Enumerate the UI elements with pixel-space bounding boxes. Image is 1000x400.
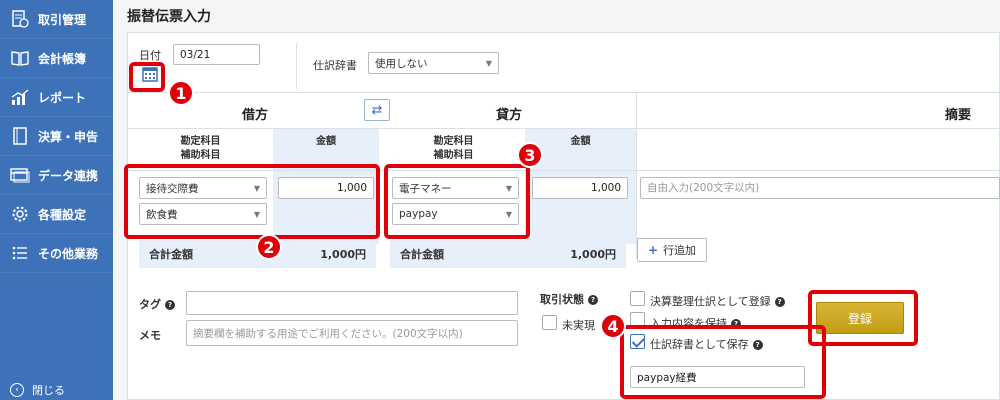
- sidebar-item-other[interactable]: その他業務: [0, 234, 113, 273]
- annotation-badge-4: 4: [600, 313, 626, 339]
- debit-account-header: 勘定科目 補助科目: [180, 136, 221, 161]
- sidebar-item-transactions[interactable]: 取引管理: [0, 0, 113, 39]
- sidebar-item-label: レポート: [38, 90, 87, 105]
- sidebar-item-data-link[interactable]: データ連携: [0, 156, 113, 195]
- date-input[interactable]: [173, 44, 260, 65]
- sidebar-item-label: 取引管理: [38, 12, 87, 27]
- annotation-badge-1: 1: [168, 80, 194, 106]
- sidebar-item-ledger[interactable]: 会計帳簿: [0, 39, 113, 78]
- tag-input[interactable]: [186, 291, 518, 315]
- chevron-down-icon: ▼: [485, 58, 492, 68]
- help-icon[interactable]: ?: [588, 295, 598, 305]
- chart-icon: [10, 87, 30, 107]
- date-label: 日付: [139, 49, 161, 62]
- debit-total-label: 合計金額: [149, 248, 193, 261]
- sidebar-item-closing[interactable]: 決算・申告: [0, 117, 113, 156]
- transaction-status-label: 取引状態?: [540, 291, 598, 307]
- chevron-left-icon: ‹: [10, 383, 24, 397]
- sidebar-item-label: その他業務: [38, 246, 99, 261]
- credit-amount-header: 金額: [570, 136, 591, 147]
- credit-total: 合計金額 1,000円: [390, 240, 626, 268]
- list-icon: [10, 243, 30, 263]
- debit-header: 借方: [241, 108, 268, 123]
- memo-header: 摘要: [944, 108, 971, 123]
- annotation-box-debit: [124, 164, 380, 239]
- tag-label: タグ?: [139, 296, 175, 312]
- add-row-label: 行追加: [663, 244, 697, 257]
- sidebar-item-label: データ連携: [38, 168, 99, 183]
- card-icon: [10, 165, 30, 185]
- memo-label: メモ: [139, 329, 161, 342]
- book-icon: [10, 48, 30, 68]
- page-title: 振替伝票入力: [127, 9, 211, 25]
- plus-icon: +: [648, 243, 659, 257]
- credit-total-label: 合計金額: [400, 248, 444, 261]
- sidebar-item-label: 決算・申告: [38, 129, 99, 144]
- sidebar-item-reports[interactable]: レポート: [0, 78, 113, 117]
- table-top-border: [128, 92, 1000, 93]
- sidebar-close-button[interactable]: ‹ 閉じる: [10, 382, 65, 398]
- credit-header: 貸方: [495, 108, 522, 123]
- debit-amount-header: 金額: [316, 136, 336, 147]
- sidebar-close-label: 閉じる: [32, 384, 65, 397]
- tablet-icon: [10, 126, 30, 146]
- settlement-checkbox[interactable]: [630, 291, 645, 306]
- annotation-box-calendar: [129, 62, 165, 92]
- sidebar-item-label: 各種設定: [38, 207, 87, 222]
- gear-icon: [10, 204, 30, 224]
- journal-dict-value: 使用しない: [375, 57, 428, 70]
- annotation-box-save-dict: [620, 325, 826, 399]
- journal-dict-select[interactable]: 使用しない ▼: [368, 52, 499, 74]
- annotation-badge-2: 2: [256, 234, 282, 260]
- memo-textarea[interactable]: [186, 320, 518, 346]
- debit-total-value: 1,000円: [320, 248, 366, 261]
- annotation-box-register: [808, 290, 918, 346]
- help-icon[interactable]: ?: [165, 300, 175, 310]
- sidebar: 取引管理 会計帳簿 レポート 決算・申告 データ連携 各種設定 その他業務 ‹ …: [0, 0, 113, 400]
- annotation-box-credit: [384, 164, 530, 239]
- sidebar-item-label: 会計帳簿: [38, 51, 87, 66]
- settlement-label: 決算整理仕訳として登録?: [650, 293, 785, 309]
- credit-account-header: 勘定科目 補助科目: [433, 136, 474, 161]
- help-icon[interactable]: ?: [774, 297, 785, 307]
- memo-divider: [636, 93, 637, 259]
- sidebar-item-settings[interactable]: 各種設定: [0, 195, 113, 234]
- unrealized-label: 未実現: [562, 319, 595, 332]
- document-icon: [10, 9, 30, 29]
- unrealized-checkbox[interactable]: [542, 315, 557, 330]
- annotation-badge-3: 3: [517, 142, 543, 168]
- journal-dict-label: 仕訳辞書: [313, 59, 357, 72]
- form-divider: [296, 43, 297, 89]
- memo-input[interactable]: [640, 177, 1000, 199]
- swap-icon: ⇄: [371, 102, 383, 118]
- credit-total-value: 1,000円: [570, 248, 616, 261]
- credit-amount-input[interactable]: [532, 177, 628, 199]
- add-row-button[interactable]: + 行追加: [637, 238, 708, 262]
